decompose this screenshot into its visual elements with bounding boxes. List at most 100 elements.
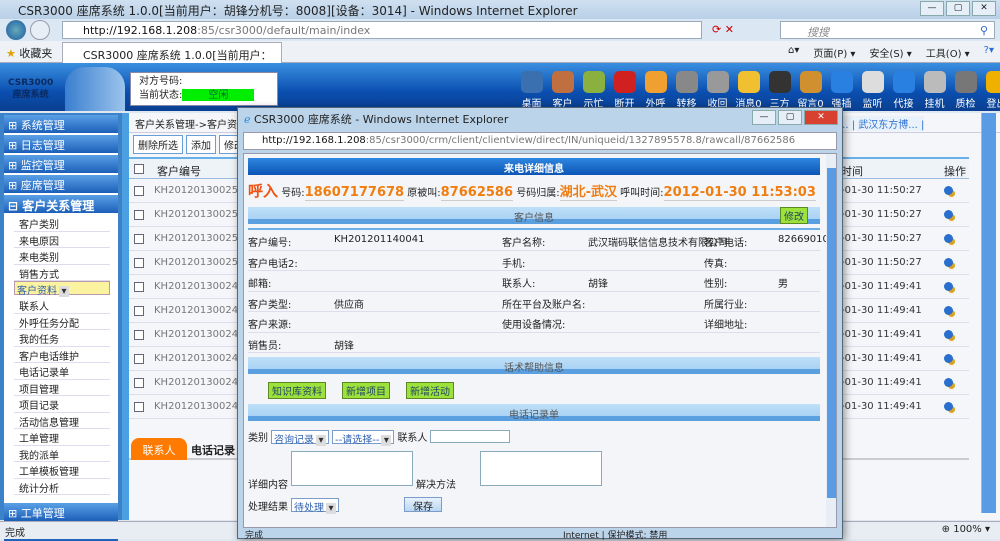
sidebar-item[interactable]: 客户电话维护 — [14, 347, 110, 364]
zoom-level[interactable]: ⊕ 100% ▾ — [942, 524, 990, 535]
sidebar-group[interactable]: ⊞ 日志管理 — [4, 135, 118, 153]
favorites-button[interactable]: ★ 收藏夹 — [6, 45, 52, 61]
toolbar-pickup-button[interactable]: 代接 — [890, 71, 917, 110]
toolbar-transfer-button[interactable]: 转移 — [673, 71, 700, 110]
url-input[interactable]: http://192.168.1.208:85/csr3000/default/… — [62, 21, 702, 39]
row-checkbox[interactable] — [134, 306, 144, 316]
solution-textarea[interactable] — [480, 451, 602, 486]
select-all-checkbox[interactable] — [134, 164, 144, 174]
subcategory-select[interactable]: --请选择-- — [332, 430, 394, 444]
edit-customer-button[interactable]: 修改 — [780, 207, 808, 224]
toolbar-voicemail-button[interactable]: 留言0 — [797, 71, 824, 110]
row-checkbox[interactable] — [134, 402, 144, 412]
tab-contacts[interactable]: 联系人 — [131, 438, 187, 460]
close-button[interactable]: ✕ — [972, 1, 996, 16]
sidebar-item[interactable]: 销售方式 — [14, 265, 110, 282]
sidebar-item[interactable]: 客户资料 — [14, 281, 110, 295]
knowledge-base-button[interactable]: 知识库资料 — [268, 382, 326, 399]
search-input[interactable]: 搜搜⚲ — [780, 21, 995, 39]
result-select[interactable]: 待处理 — [291, 498, 339, 512]
add-button[interactable]: 添加 — [186, 135, 216, 154]
sidebar-item[interactable]: 电话记录单 — [14, 363, 110, 380]
view-detail-icon[interactable] — [944, 378, 953, 387]
browser-tab[interactable]: CSR3000 座席系统 1.0.0[当前用户：胡锋分机号... — [62, 42, 282, 63]
row-checkbox[interactable] — [134, 258, 144, 268]
popup-close-button[interactable]: ✕ — [804, 110, 838, 125]
maximize-button[interactable]: ▢ — [946, 1, 970, 16]
row-checkbox[interactable] — [134, 186, 144, 196]
minimize-button[interactable]: — — [920, 1, 944, 16]
home-icon[interactable]: ⌂▾ — [788, 45, 799, 60]
toolbar-conference-button[interactable]: 三方 — [766, 71, 793, 110]
row-checkbox[interactable] — [134, 282, 144, 292]
safety-menu[interactable]: 安全(S) ▾ — [869, 45, 911, 60]
toolbar-desktop-button[interactable]: 桌面 — [518, 71, 545, 110]
sidebar-item[interactable]: 活动信息管理 — [14, 413, 110, 430]
back-button[interactable] — [6, 20, 26, 40]
tab-call-records[interactable]: 电话记录 — [191, 438, 235, 458]
sidebar-item[interactable]: 外呼任务分配 — [14, 314, 110, 331]
view-detail-icon[interactable] — [944, 210, 953, 219]
sidebar-splitter[interactable] — [122, 113, 129, 520]
view-detail-icon[interactable] — [944, 330, 953, 339]
view-detail-icon[interactable] — [944, 354, 953, 363]
stop-icon[interactable]: ⟳ ✕ — [712, 23, 734, 36]
row-checkbox[interactable] — [134, 234, 144, 244]
sidebar-item[interactable]: 来电原因 — [14, 232, 110, 249]
sidebar-group[interactable]: ⊞ 工单管理 — [4, 503, 118, 521]
toolbar-retrieve-button[interactable]: 收回 — [704, 71, 731, 110]
group-label: 监控管理 — [21, 159, 65, 172]
toolbar-outbound-call-button[interactable]: 外呼 — [642, 71, 669, 110]
sidebar-item[interactable]: 工单管理 — [14, 429, 110, 446]
popup-scrollbar[interactable] — [826, 154, 837, 528]
toolbar-disconnect-button[interactable]: 断开 — [611, 71, 638, 110]
category-select[interactable]: 咨询记录 — [271, 430, 329, 444]
view-detail-icon[interactable] — [944, 282, 953, 291]
tools-menu[interactable]: 工具(O) ▾ — [926, 45, 970, 60]
page-menu[interactable]: 页面(P) ▾ — [813, 45, 855, 60]
detail-textarea[interactable] — [291, 451, 413, 486]
popup-minimize-button[interactable]: — — [752, 110, 776, 125]
save-button[interactable]: 保存 — [404, 497, 442, 512]
sidebar-item[interactable]: 统计分析 — [14, 479, 110, 496]
sidebar-item[interactable]: 我的派单 — [14, 446, 110, 463]
favorites-bar: ★ 收藏夹 CSR3000 座席系统 1.0.0[当前用户：胡锋分机号... ⌂… — [0, 41, 1000, 63]
new-project-button[interactable]: 新增项目 — [342, 382, 390, 399]
search-icon[interactable]: ⚲ — [980, 24, 988, 37]
popup-maximize-button[interactable]: ▢ — [778, 110, 802, 125]
toolbar-barge-in-button[interactable]: 强插 — [828, 71, 855, 110]
toolbar-message-button[interactable]: 消息0 — [735, 71, 762, 110]
view-detail-icon[interactable] — [944, 234, 953, 243]
sidebar-group[interactable]: ⊞ 座席管理 — [4, 175, 118, 193]
view-detail-icon[interactable] — [944, 402, 953, 411]
sidebar-item[interactable]: 来电类别 — [14, 248, 110, 265]
row-checkbox[interactable] — [134, 378, 144, 388]
row-checkbox[interactable] — [134, 330, 144, 340]
toolbar-quality-button[interactable]: 质检 — [952, 71, 979, 110]
toolbar-busy-button[interactable]: 示忙 — [580, 71, 607, 110]
view-detail-icon[interactable] — [944, 306, 953, 315]
toolbar-logout-button[interactable]: 登出 — [983, 71, 1000, 110]
help-icon[interactable]: ?▾ — [984, 45, 994, 60]
sidebar-group[interactable]: ⊞ 系统管理 — [4, 115, 118, 133]
row-checkbox[interactable] — [134, 210, 144, 220]
sidebar-item[interactable]: 项目管理 — [14, 380, 110, 397]
main-scrollbar[interactable] — [981, 113, 996, 513]
view-detail-icon[interactable] — [944, 186, 953, 195]
sidebar-group[interactable]: ⊞ 监控管理 — [4, 155, 118, 173]
sidebar-item[interactable]: 联系人 — [14, 297, 110, 314]
sidebar-group-open[interactable]: ⊟ 客户关系管理 — [4, 195, 118, 213]
toolbar-monitor-button[interactable]: 监听 — [859, 71, 886, 110]
toolbar-hangup-button[interactable]: 挂机 — [921, 71, 948, 110]
forward-button[interactable] — [30, 20, 50, 40]
row-checkbox[interactable] — [134, 354, 144, 364]
delete-selected-button[interactable]: 删除所选 — [133, 135, 183, 154]
view-detail-icon[interactable] — [944, 258, 953, 267]
sidebar-item[interactable]: 工单模板管理 — [14, 462, 110, 479]
toolbar-customer-button[interactable]: 客户 — [549, 71, 576, 110]
new-activity-button[interactable]: 新增活动 — [406, 382, 454, 399]
contact-input[interactable] — [430, 430, 510, 443]
sidebar-item[interactable]: 客户类别 — [14, 215, 110, 232]
sidebar-item[interactable]: 项目记录 — [14, 396, 110, 413]
sidebar-item[interactable]: 我的任务 — [14, 330, 110, 347]
